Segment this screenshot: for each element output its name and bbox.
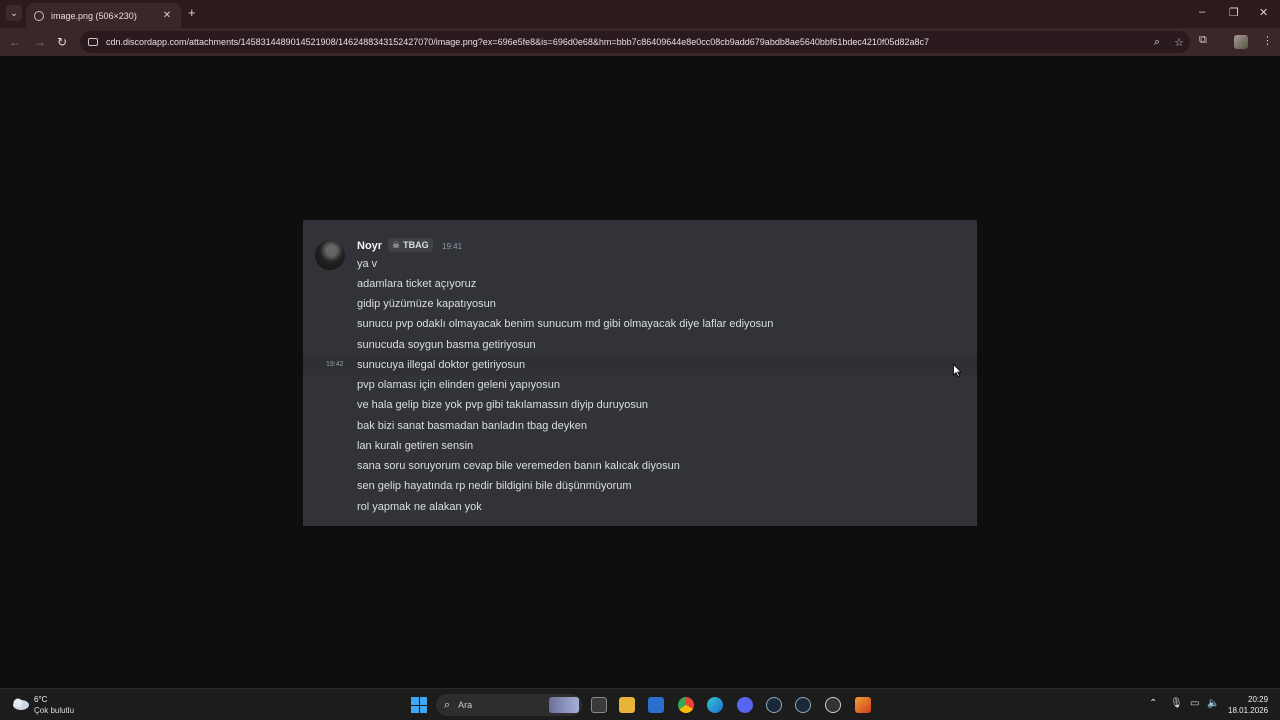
profile-avatar[interactable] bbox=[1234, 35, 1248, 49]
microphone-icon[interactable]: 🎙 bbox=[1170, 698, 1183, 709]
task-view-icon[interactable] bbox=[591, 697, 607, 713]
message-line: pvp olaması için elinden geleni yapıyosu… bbox=[357, 379, 561, 391]
message-line: sen gelip hayatında rp nedir bildigini b… bbox=[357, 480, 632, 492]
bookmark-star-icon[interactable]: ☆ bbox=[1168, 36, 1190, 49]
weather-description[interactable]: Çok bulutlu bbox=[34, 706, 74, 715]
tab-close-icon[interactable]: ✕ bbox=[161, 10, 173, 21]
volume-icon[interactable]: 🔈 bbox=[1207, 698, 1219, 709]
message-line: adamlara ticket açıyoruz bbox=[357, 278, 477, 290]
reload-icon[interactable]: ↻ bbox=[57, 35, 67, 49]
skull-icon: ☠ bbox=[392, 239, 401, 250]
hover-timestamp: 19:42 bbox=[326, 361, 344, 368]
browser-tab-bar: ⌄ image.png (506×230) ✕ + – ❐ ✕ bbox=[0, 0, 1280, 28]
minimize-button[interactable]: – bbox=[1199, 6, 1205, 18]
tab-title: image.png (506×230) bbox=[51, 10, 137, 21]
message-line: ve hala gelip bize yok pvp gibi takılama… bbox=[357, 399, 649, 411]
user-tag-text: TBAG bbox=[403, 240, 429, 250]
cloud-weather-icon[interactable] bbox=[10, 696, 30, 712]
browser-viewport: Noyr ☠ TBAG 19:41 19:42 ya v adamlara ti… bbox=[0, 56, 1280, 688]
message-line: rol yapmak ne alakan yok bbox=[357, 501, 482, 513]
search-placeholder: Ara bbox=[458, 700, 473, 710]
back-arrow-icon[interactable]: ← bbox=[9, 35, 21, 49]
steam-icon-2[interactable] bbox=[795, 697, 811, 713]
message-line: lan kuralı getiren sensin bbox=[357, 440, 474, 452]
url-text[interactable]: cdn.discordapp.com/attachments/145831448… bbox=[106, 37, 1146, 47]
weather-temperature[interactable]: 6°C bbox=[34, 695, 47, 704]
message-line: bak bizi sanat basmadan banladın tbag de… bbox=[357, 420, 587, 432]
browser-toolbar: ← → ↻ cdn.discordapp.com/attachments/145… bbox=[0, 28, 1280, 56]
message-line: sana soru soruyorum cevap bile veremeden… bbox=[357, 460, 680, 472]
mouse-cursor-icon bbox=[953, 364, 962, 377]
discord-icon[interactable] bbox=[737, 697, 753, 713]
message-username: Noyr bbox=[357, 240, 383, 252]
discord-message-image: Noyr ☠ TBAG 19:41 19:42 ya v adamlara ti… bbox=[303, 220, 977, 526]
close-window-button[interactable]: ✕ bbox=[1259, 6, 1268, 19]
clock-date[interactable]: 18.01.2026 bbox=[1228, 706, 1268, 715]
mail-icon[interactable] bbox=[648, 697, 664, 713]
message-line: sunucuya illegal doktor getiriyosun bbox=[357, 359, 526, 371]
tab-search-chevron-icon[interactable]: ⌄ bbox=[6, 5, 22, 21]
menu-kebab-icon[interactable]: ⋮ bbox=[1262, 34, 1273, 47]
message-timestamp: 19:41 bbox=[442, 242, 463, 251]
extensions-icon[interactable]: ⧉ bbox=[1199, 34, 1207, 47]
app-icon[interactable] bbox=[825, 697, 841, 713]
chrome-icon[interactable] bbox=[678, 697, 694, 713]
search-highlight-icon[interactable] bbox=[549, 697, 579, 713]
tray-chevron-icon[interactable]: ⌃ bbox=[1149, 698, 1157, 709]
browser-tab[interactable]: image.png (506×230) ✕ bbox=[26, 3, 181, 28]
user-tag-badge: ☠ TBAG bbox=[388, 238, 433, 252]
address-bar[interactable]: cdn.discordapp.com/attachments/145831448… bbox=[80, 31, 1190, 53]
windows-taskbar: 6°C Çok bulutlu ⌕ Ara ⌃ 🎙 ▭ 🔈 20:29 18.0… bbox=[0, 688, 1280, 720]
new-tab-button[interactable]: + bbox=[188, 6, 196, 20]
restore-button[interactable]: ❐ bbox=[1229, 6, 1239, 19]
windows-start-icon[interactable] bbox=[411, 697, 427, 713]
message-line: sunucu pvp odaklı olmayacak benim sunucu… bbox=[357, 318, 774, 330]
forward-arrow-icon[interactable]: → bbox=[34, 35, 46, 49]
message-line: ya v bbox=[357, 258, 378, 270]
app-icon-2[interactable] bbox=[855, 697, 871, 713]
network-icon[interactable]: ▭ bbox=[1190, 698, 1199, 709]
steam-icon[interactable] bbox=[766, 697, 782, 713]
message-line: sunucuda soygun basma getiriyosun bbox=[357, 339, 536, 351]
edge-icon[interactable] bbox=[707, 697, 723, 713]
globe-icon bbox=[34, 10, 44, 21]
zoom-icon[interactable]: ⌕ bbox=[1146, 36, 1168, 49]
user-avatar bbox=[315, 240, 345, 270]
site-info-icon[interactable] bbox=[88, 38, 98, 46]
file-explorer-icon[interactable] bbox=[619, 697, 635, 713]
clock-time[interactable]: 20:29 bbox=[1248, 695, 1268, 704]
search-icon: ⌕ bbox=[444, 698, 451, 711]
message-line: gidip yüzümüze kapatıyosun bbox=[357, 298, 496, 310]
